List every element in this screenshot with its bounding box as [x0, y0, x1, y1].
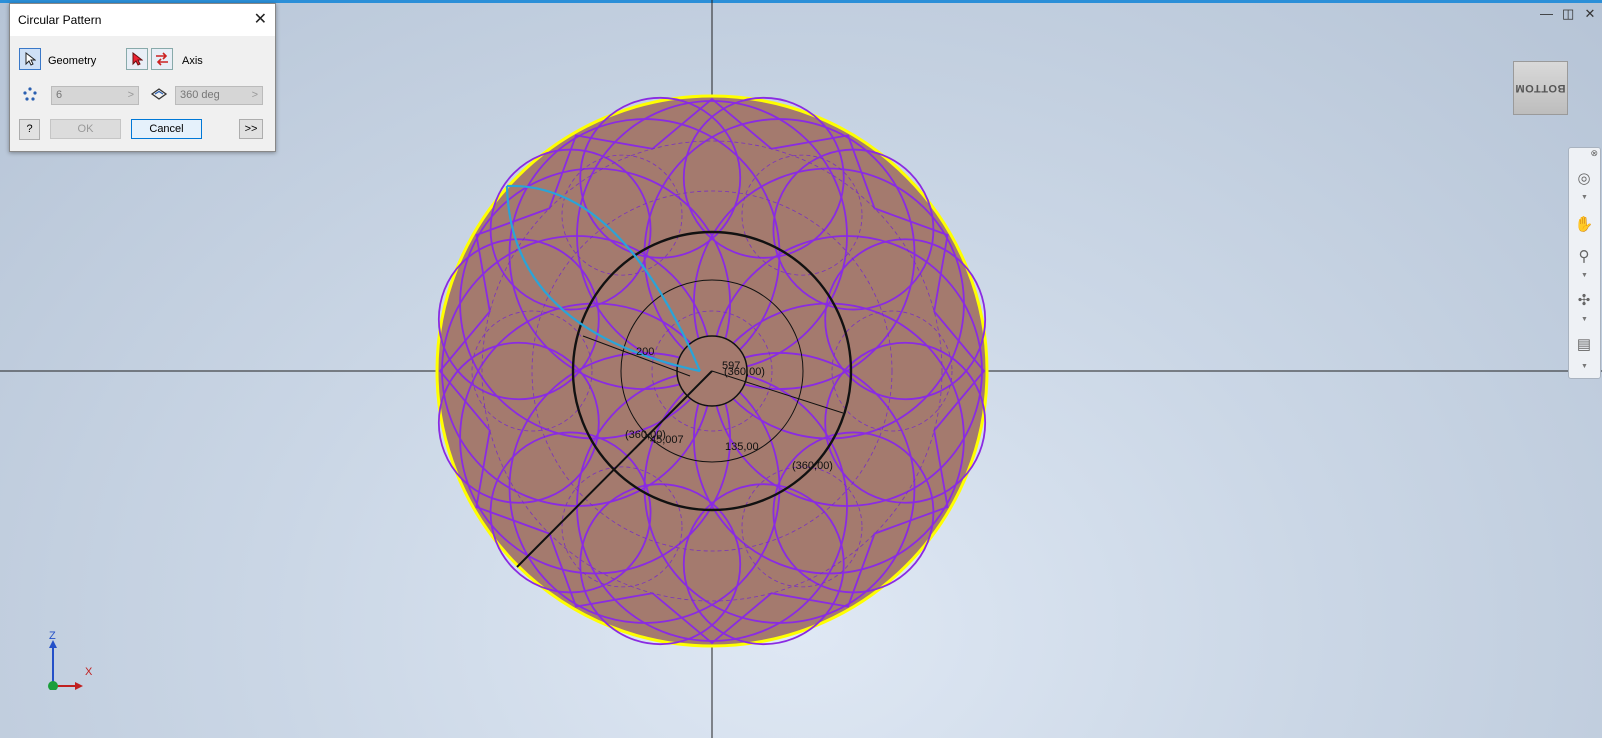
dimension-200: 200 [636, 346, 654, 358]
zoom-icon[interactable]: ⚲ [1573, 246, 1595, 268]
viewcube-face-label: BOTTOM [1515, 82, 1566, 94]
axis-label: Axis [182, 55, 203, 67]
geometry-label: Geometry [48, 55, 97, 67]
close-window-icon[interactable]: ✕ [1584, 6, 1596, 22]
window-controls: — ◫ ✕ [1540, 6, 1596, 22]
navigation-bar: ⊗ ◎ ▼ ✋ ⚲ ▼ ✣ ▼ ▤ ▼ [1568, 147, 1601, 379]
cursor-arrow-red-icon [132, 52, 143, 66]
chevron-down-icon[interactable]: ▼ [1581, 363, 1588, 370]
look-at-icon[interactable]: ▤ [1573, 334, 1595, 356]
pattern-count-icon [23, 87, 37, 101]
cancel-button[interactable]: Cancel [131, 119, 202, 139]
pan-hand-icon[interactable]: ✋ [1573, 214, 1595, 236]
axis-select-button[interactable] [126, 48, 148, 70]
pattern-angle-value: 360 deg [180, 89, 220, 101]
navbar-close-icon[interactable]: ⊗ [1590, 148, 1598, 159]
dialog-title: Circular Pattern [18, 13, 102, 27]
flip-direction-icon [156, 52, 168, 66]
z-axis-label: Z [49, 630, 56, 642]
angle-icon [150, 88, 168, 100]
dialog-titlebar[interactable]: Circular Pattern ✕ [10, 4, 275, 36]
steering-wheel-icon[interactable]: ◎ [1573, 168, 1595, 190]
help-icon: ? [26, 123, 33, 135]
flip-direction-button[interactable] [151, 48, 173, 70]
dimension-135: 135,00 [725, 441, 759, 453]
orbit-icon[interactable]: ✣ [1573, 290, 1595, 312]
coordinate-triad: Z X [45, 630, 105, 690]
dimension-360-center: (360,00) [724, 366, 765, 378]
more-options-button[interactable]: >> [239, 119, 263, 139]
chevron-down-icon[interactable]: ▼ [1581, 272, 1588, 279]
chevron-down-icon[interactable]: ▼ [1581, 194, 1588, 201]
ok-button[interactable]: OK [50, 119, 121, 139]
pattern-angle-field[interactable]: 360 deg > [175, 86, 263, 105]
chevron-down-icon[interactable]: ▼ [1581, 316, 1588, 323]
pattern-count-value: 6 [56, 89, 63, 101]
angle-expand-arrow[interactable]: > [252, 87, 258, 104]
geometry-select-button[interactable] [19, 48, 41, 70]
restore-icon[interactable]: ◫ [1562, 6, 1574, 22]
count-expand-arrow[interactable]: > [128, 87, 134, 104]
x-axis-label: X [85, 666, 93, 678]
minimize-icon[interactable]: — [1540, 6, 1553, 22]
viewcube[interactable]: BOTTOM [1513, 61, 1568, 115]
circular-pattern-dialog: Circular Pattern ✕ Geometry Axis 6 > 360… [9, 3, 276, 152]
dimension-360-right: (360,00) [792, 460, 833, 472]
cursor-arrow-icon [25, 52, 36, 66]
pattern-count-field[interactable]: 6 > [51, 86, 139, 105]
help-button[interactable]: ? [19, 119, 40, 140]
dimension-45: 45,007 [650, 434, 684, 446]
close-icon[interactable]: ✕ [254, 9, 267, 29]
